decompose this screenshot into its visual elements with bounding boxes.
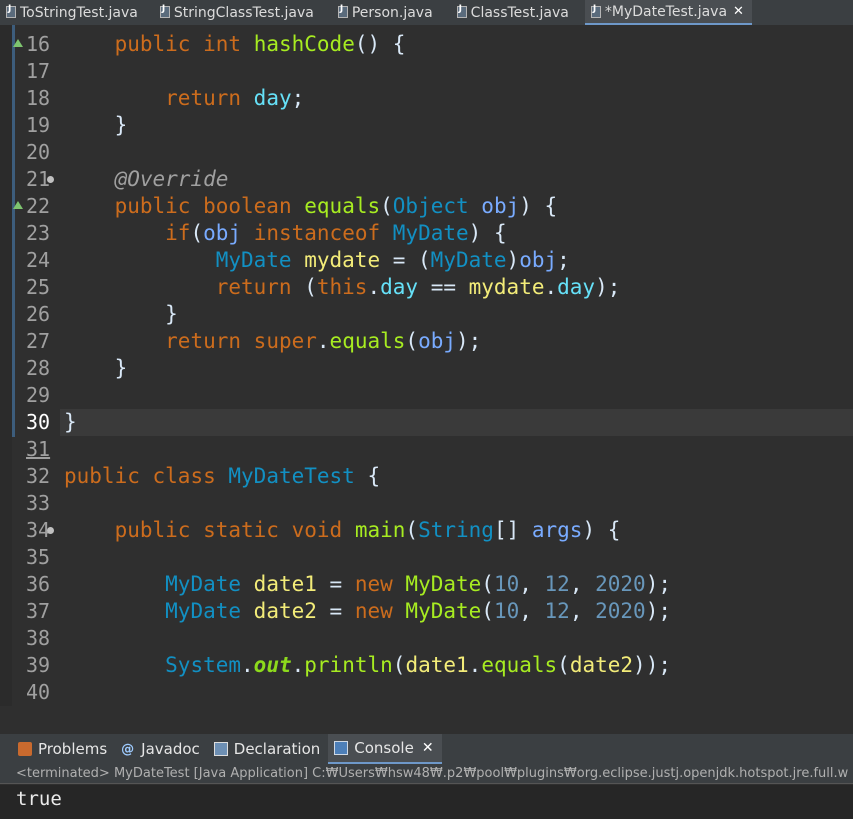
override-marker-icon[interactable] bbox=[13, 201, 23, 209]
code-line-31: 31 bbox=[26, 437, 51, 461]
code-line-18: 18 return day; bbox=[26, 86, 305, 110]
code-line-23: 23 if(obj instanceof MyDate) { bbox=[26, 221, 507, 245]
code-line-26: 26 } bbox=[26, 302, 178, 326]
fold-dot-icon[interactable] bbox=[47, 527, 54, 534]
tab-problems[interactable]: Problems bbox=[0, 734, 115, 764]
code-line-25: 25 return (this.day == mydate.day); bbox=[26, 275, 621, 299]
java-file-icon bbox=[590, 4, 601, 18]
code-line-21: 21 @Override bbox=[26, 167, 229, 191]
code-line-34: 34 public static void main(String[] args… bbox=[26, 518, 621, 542]
code-line-33: 33 bbox=[26, 491, 51, 515]
declaration-icon bbox=[213, 742, 228, 756]
code-line-30: 30} bbox=[26, 410, 77, 434]
code-line-35: 35 bbox=[26, 545, 51, 569]
close-icon[interactable]: ✕ bbox=[422, 740, 434, 756]
fold-dot-icon[interactable] bbox=[47, 176, 54, 183]
editor-tab-bar: ToStringTest.java StringClassTest.java P… bbox=[0, 0, 853, 25]
panel-tab-bar: Problems @ Javadoc Declaration Console ✕ bbox=[0, 734, 853, 764]
code-line-20: 20 bbox=[26, 140, 51, 164]
console-output[interactable]: true bbox=[0, 785, 853, 819]
console-status: <terminated> MyDateTest [Java Applicatio… bbox=[0, 764, 853, 784]
code-line-24: 24 MyDate mydate = (MyDate)obj; bbox=[26, 248, 570, 272]
code-line-16: 16 public int hashCode() { bbox=[0, 31, 853, 58]
code-line-27: 27 return super.equals(obj); bbox=[26, 329, 482, 353]
code-line-17: 17 bbox=[26, 59, 51, 83]
tab-tostringtest[interactable]: ToStringTest.java bbox=[0, 0, 146, 25]
tab-classtest[interactable]: ClassTest.java bbox=[451, 0, 577, 25]
code-line-39: 39 System.out.println(date1.equals(date2… bbox=[26, 653, 671, 677]
close-icon[interactable]: ✕ bbox=[733, 4, 744, 19]
code-line-36: 36 MyDate date1 = new MyDate(10, 12, 202… bbox=[26, 572, 671, 596]
javadoc-icon: @ bbox=[121, 742, 135, 757]
console-icon bbox=[334, 741, 349, 755]
tab-declaration[interactable]: Declaration bbox=[208, 734, 328, 764]
tab-person[interactable]: Person.java bbox=[332, 0, 441, 25]
java-file-icon bbox=[6, 4, 16, 18]
problems-icon bbox=[18, 742, 32, 756]
override-marker-icon[interactable] bbox=[13, 39, 23, 47]
java-file-icon bbox=[159, 4, 170, 18]
tab-console[interactable]: Console ✕ bbox=[328, 734, 442, 764]
code-line-22: 22 public boolean equals(Object obj) { bbox=[0, 193, 853, 220]
code-line-29: 29 bbox=[26, 383, 51, 407]
code-line-37: 37 MyDate date2 = new MyDate(10, 12, 202… bbox=[26, 599, 671, 623]
java-file-icon bbox=[456, 4, 467, 18]
tab-javadoc[interactable]: @ Javadoc bbox=[115, 734, 208, 764]
java-file-icon bbox=[337, 4, 348, 18]
tab-mydatetest[interactable]: *MyDateTest.java✕ bbox=[584, 0, 752, 25]
code-line-38: 38 bbox=[26, 626, 51, 650]
code-line-40: 40 bbox=[26, 680, 51, 704]
code-lines: 16 public int hashCode() { 17 18 return … bbox=[0, 31, 853, 706]
code-line-19: 19 } bbox=[26, 113, 128, 137]
tab-stringclasstest[interactable]: StringClassTest.java bbox=[154, 0, 322, 25]
code-editor[interactable]: 16 public int hashCode() { 17 18 return … bbox=[0, 25, 853, 706]
code-line-28: 28 } bbox=[0, 355, 853, 382]
code-line-32: 32 public class MyDateTest { bbox=[26, 464, 381, 488]
